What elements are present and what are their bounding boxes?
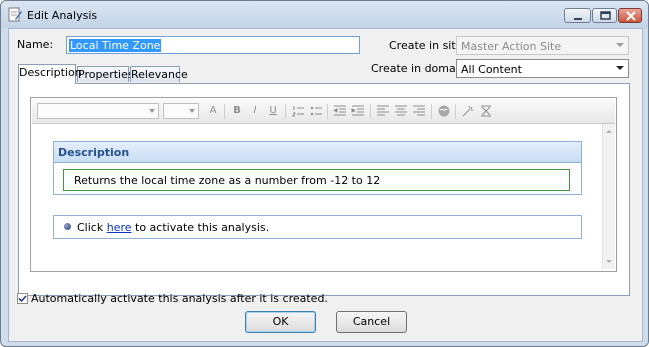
chevron-down-icon [149, 109, 155, 113]
underline-icon[interactable]: U [266, 104, 280, 118]
indent-icon[interactable] [351, 104, 365, 118]
description-heading: Description [58, 146, 130, 159]
tab-properties[interactable]: Properties [77, 66, 134, 82]
editor-content[interactable]: Description Returns the local time zone … [33, 125, 603, 265]
bullet-icon [64, 223, 71, 230]
outdent-icon[interactable] [332, 104, 347, 118]
toolbar-separator [327, 104, 328, 119]
scroll-down-icon[interactable] [603, 257, 615, 267]
bullet-list-icon[interactable] [309, 104, 323, 118]
description-section-header: Description [54, 142, 581, 163]
chevron-down-icon [616, 43, 624, 47]
toolbar-separator [285, 104, 286, 119]
toolbar-separator [431, 104, 432, 119]
activate-prefix: Click [77, 221, 104, 234]
chevron-down-icon [189, 109, 195, 113]
close-button[interactable] [618, 8, 642, 23]
html-source-icon[interactable] [479, 104, 493, 118]
name-value: Local Time Zone [69, 39, 162, 52]
activate-section: Click here to activate this analysis. [53, 215, 582, 239]
chevron-down-icon [616, 66, 624, 70]
description-section: Description Returns the local time zone … [53, 141, 582, 195]
create-in-domain-value: All Content [461, 63, 522, 76]
create-in-site-value: Master Action Site [461, 40, 562, 53]
window-title: Edit Analysis [27, 9, 98, 22]
tab-label: Relevance [131, 68, 188, 81]
maximize-icon [600, 11, 611, 20]
activate-instruction: Click here to activate this analysis. [77, 221, 269, 234]
auto-activate-checkbox[interactable] [17, 293, 28, 304]
font-family-select[interactable] [37, 103, 159, 119]
ok-button-label: OK [272, 315, 289, 328]
insert-link-icon[interactable] [437, 104, 451, 118]
font-size-select[interactable] [163, 103, 199, 119]
edit-analysis-window: Edit Analysis Name: Local Time Zone Crea… [0, 0, 649, 347]
description-text-field[interactable]: Returns the local time zone as a number … [63, 169, 570, 191]
align-center-icon[interactable] [394, 104, 408, 118]
create-in-site-select[interactable]: Master Action Site [456, 36, 629, 55]
minimize-button[interactable] [564, 8, 591, 23]
activate-here-link[interactable]: here [107, 221, 132, 234]
create-in-domain-label: Create in domain: [371, 62, 470, 75]
close-icon [626, 11, 636, 21]
create-in-site-label: Create in site: [389, 39, 467, 52]
description-text: Returns the local time zone as a number … [74, 174, 381, 187]
editor-toolbar: A B I U [32, 99, 615, 124]
cancel-button-label: Cancel [352, 315, 391, 328]
toolbar-separator [370, 104, 371, 119]
dialog-body: Name: Local Time Zone Create in site: Ma… [8, 28, 643, 342]
tab-label: Description [19, 66, 82, 79]
cancel-button[interactable]: Cancel [336, 311, 407, 333]
checkmark-icon [18, 295, 27, 303]
ok-button[interactable]: OK [245, 311, 316, 333]
rich-text-editor: A B I U Description Returns the local ti… [30, 97, 617, 272]
italic-icon[interactable]: I [248, 104, 262, 118]
tab-relevance[interactable]: Relevance [130, 66, 188, 82]
toolbar-separator [455, 104, 456, 119]
maximize-button[interactable] [592, 8, 617, 23]
toolbar-separator [224, 104, 225, 119]
numbered-list-icon[interactable] [291, 104, 305, 118]
align-right-icon[interactable] [412, 104, 426, 118]
activate-suffix: to activate this analysis. [135, 221, 270, 234]
clean-format-icon[interactable] [461, 104, 475, 118]
document-edit-icon [8, 7, 22, 22]
auto-activate-label[interactable]: Automatically activate this analysis aft… [31, 292, 328, 305]
name-field[interactable]: Local Time Zone [66, 36, 360, 54]
title-bar[interactable]: Edit Analysis [1, 1, 648, 28]
align-left-icon[interactable] [376, 104, 390, 118]
bold-icon[interactable]: B [230, 104, 244, 118]
tab-label: Properties [78, 68, 134, 81]
minimize-icon [574, 18, 582, 20]
tab-description[interactable]: Description [18, 64, 82, 84]
font-color-icon[interactable]: A [206, 104, 220, 118]
create-in-domain-select[interactable]: All Content [456, 59, 629, 78]
name-label: Name: [17, 38, 54, 51]
editor-vertical-scrollbar[interactable] [602, 124, 615, 269]
scroll-up-icon[interactable] [603, 126, 615, 136]
